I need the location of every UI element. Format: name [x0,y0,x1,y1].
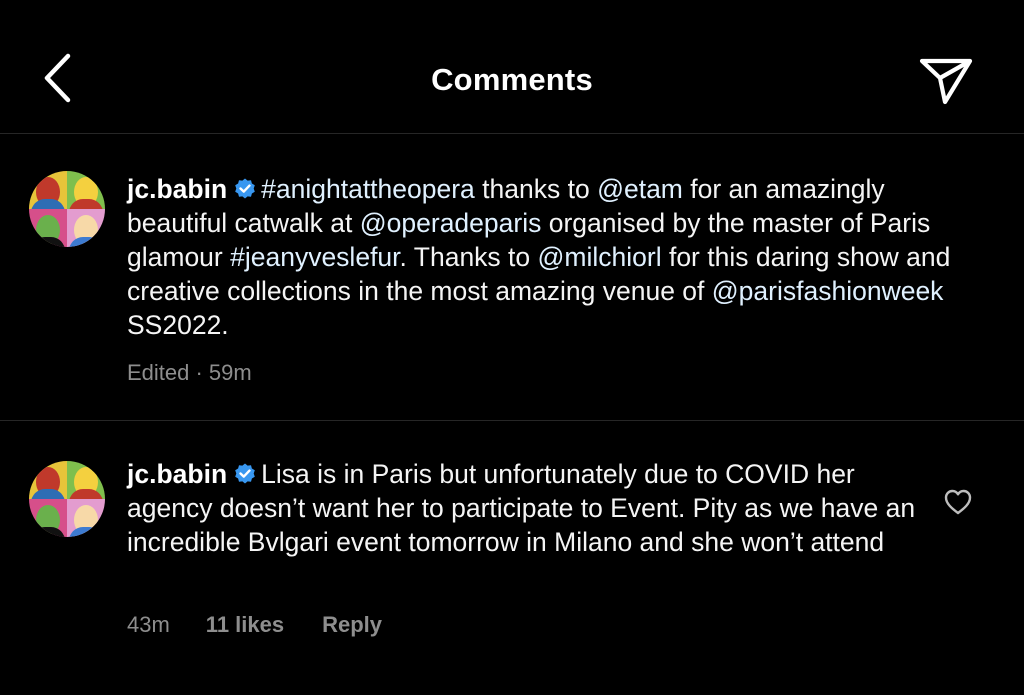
username-link[interactable]: jc.babin [127,459,227,489]
avatar[interactable] [29,171,105,247]
comment-body: jc.babin Lisa is in Paris but unfortunate… [127,457,927,559]
verified-badge-icon [235,178,255,199]
likes-count-link[interactable]: 11 likes [206,612,284,638]
share-button[interactable] [914,52,978,110]
comment-text: . Thanks to [399,242,538,272]
mention-link[interactable]: @parisfashionweek [712,276,944,306]
username-link[interactable]: jc.babin [127,174,227,204]
paper-plane-icon [919,58,973,105]
verified-badge-icon [235,463,255,484]
comment-meta: Edited · 59m [127,360,252,386]
heart-outline-icon [944,489,972,515]
mention-link[interactable]: @etam [597,174,683,204]
comment-text: thanks to [474,174,598,204]
mention-link[interactable]: @operadeparis [360,208,542,238]
page-title: Comments [431,62,593,97]
edited-timestamp: Edited · 59m [127,360,252,385]
avatar[interactable] [29,461,105,537]
caption-comment: jc.babin #anightattheopera thanks to @eta… [0,135,1024,421]
hashtag-link[interactable]: #anightattheopera [261,174,475,204]
reply-button[interactable]: Reply [322,612,382,638]
comment-meta: 43m 11 likes Reply [127,612,382,638]
comment-text: SS2022. [127,310,229,340]
comment-body: jc.babin #anightattheopera thanks to @eta… [127,172,987,342]
mention-link[interactable]: @milchiorl [538,242,662,272]
like-button[interactable] [940,484,976,520]
hashtag-link[interactable]: #jeanyveslefur [230,242,399,272]
comments-header: Comments [0,0,1024,134]
comment-timestamp: 43m [127,612,170,637]
comment-item: jc.babin Lisa is in Paris but unfortunate… [0,422,1024,695]
